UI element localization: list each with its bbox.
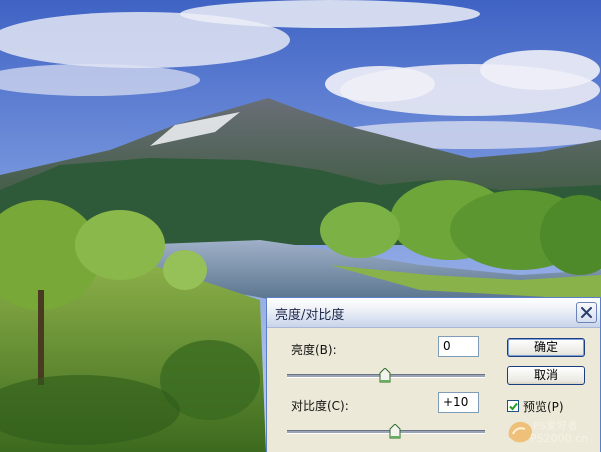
cancel-button[interactable]: 取消	[507, 366, 585, 385]
contrast-input[interactable]: +10	[438, 392, 479, 413]
dialog-titlebar[interactable]: 亮度/对比度	[267, 298, 600, 328]
close-icon	[581, 307, 592, 318]
brightness-input[interactable]: 0	[438, 336, 479, 357]
contrast-slider-thumb[interactable]	[389, 424, 401, 439]
watermark-site-name: PS爱好者	[533, 421, 578, 432]
contrast-slider-track[interactable]	[287, 430, 485, 434]
dialog-title: 亮度/对比度	[275, 308, 345, 323]
watermark-url: PS2000.cn	[530, 432, 589, 445]
brightness-slider-thumb[interactable]	[379, 368, 391, 383]
ok-button[interactable]: 确定	[507, 338, 585, 357]
contrast-label: 对比度(C):	[291, 399, 349, 413]
preview-checkbox[interactable]	[507, 400, 519, 412]
watermark: PS爱好者 PS2000.cn	[503, 413, 601, 452]
close-button[interactable]	[576, 302, 597, 323]
checkmark-icon	[509, 402, 518, 411]
brightness-label: 亮度(B):	[291, 343, 337, 357]
